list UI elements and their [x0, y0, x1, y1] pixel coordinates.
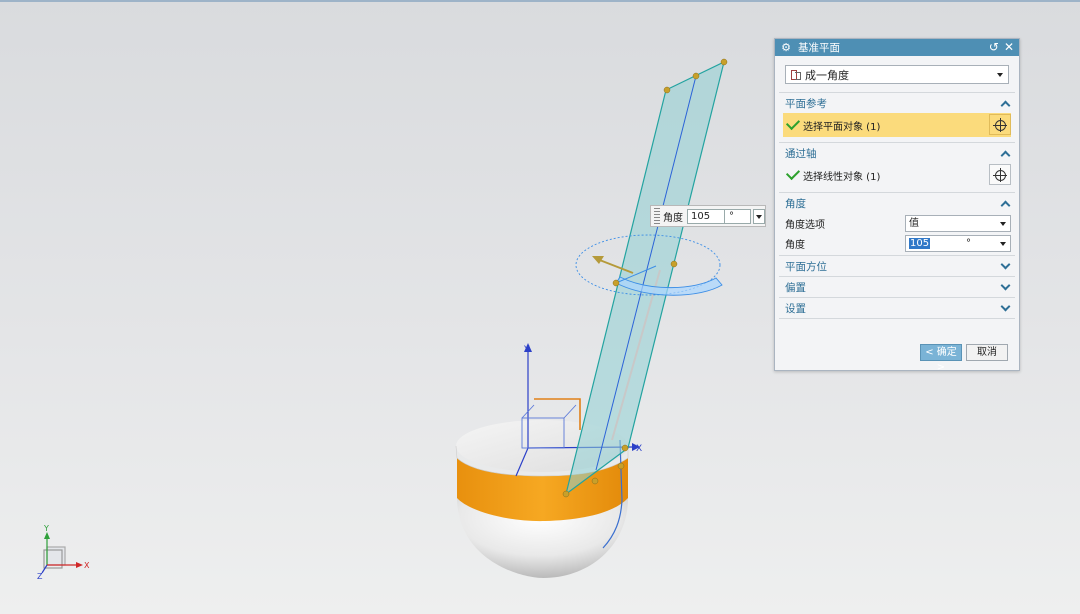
chevron-up-icon: [1001, 99, 1009, 107]
angle-popup-value[interactable]: 105: [687, 208, 725, 224]
angle-plane-icon: [790, 69, 802, 80]
section-through-axis: 通过轴 选择线性对象 (1): [775, 143, 1019, 187]
angle-popup-label: 角度: [663, 212, 683, 224]
crosshair-select-button[interactable]: [989, 114, 1011, 135]
chevron-up-icon: [1001, 149, 1009, 157]
gear-icon: ⚙: [781, 40, 791, 54]
section-header-through-axis[interactable]: 通过轴: [785, 143, 1009, 163]
datum-plane-dialog: ⚙ 基准平面 ↺ ✕ 成一角度 平面参考 选择平面对象 (1) 通过轴 选择线性…: [774, 38, 1020, 373]
section-header-angle[interactable]: 角度: [785, 193, 1009, 213]
close-icon[interactable]: ✕: [1004, 40, 1014, 54]
chevron-down-icon: [756, 214, 762, 219]
plane-type-select[interactable]: 成一角度: [785, 65, 1009, 84]
chevron-down-icon: [997, 73, 1003, 77]
checkmark-icon: [785, 115, 801, 131]
angle-popup-unit[interactable]: °: [725, 208, 751, 224]
divider: [779, 318, 1015, 319]
section-header-settings[interactable]: 设置: [785, 298, 1009, 318]
select-linear-object-row[interactable]: 选择线性对象 (1): [783, 163, 1011, 187]
section-header-offset[interactable]: 偏置: [785, 277, 1009, 297]
select-plane-text: 选择平面对象 (1): [803, 121, 881, 133]
angle-onscreen-input[interactable]: 角度 105 °: [650, 205, 766, 227]
dialog-titlebar[interactable]: ⚙ 基准平面 ↺ ✕: [775, 39, 1019, 56]
section-label: 偏置: [785, 281, 806, 294]
angle-option-row: 角度选项 值: [785, 213, 1011, 233]
section-label: 设置: [785, 302, 806, 315]
crosshair-select-button[interactable]: [989, 164, 1011, 185]
checkmark-icon: [785, 165, 801, 181]
section-plane-orientation: 平面方位: [775, 256, 1019, 276]
csys-y-label: Y: [523, 345, 530, 355]
view-triad[interactable]: [41, 532, 83, 574]
datum-plane-preview[interactable]: [565, 60, 725, 496]
select-plane-object-row[interactable]: 选择平面对象 (1): [783, 113, 1011, 137]
triad-x-label: X: [84, 561, 90, 570]
chevron-down-icon: [1000, 221, 1006, 226]
section-settings: 设置: [775, 298, 1019, 318]
angle-popup-dropdown[interactable]: [753, 208, 765, 224]
angle-value-input[interactable]: 105 °: [905, 234, 1011, 252]
angle-option-label: 角度选项: [785, 219, 825, 231]
angle-value-row: 角度 105 °: [785, 233, 1011, 253]
cancel-button[interactable]: 取消: [966, 344, 1008, 361]
chevron-down-icon: [1001, 262, 1009, 270]
angle-option-value: 值: [909, 217, 919, 229]
dialog-buttons: < 确定 > 取消: [920, 344, 1008, 373]
section-angle: 角度 角度选项 值 角度 105 °: [775, 193, 1019, 253]
angle-value-text: 105: [909, 237, 931, 249]
chevron-up-icon: [1001, 199, 1009, 207]
chevron-down-icon: [1000, 241, 1006, 246]
chevron-down-icon: [1001, 283, 1009, 291]
drag-grip-icon[interactable]: [654, 208, 660, 224]
select-linear-text: 选择线性对象 (1): [803, 171, 881, 183]
section-label: 角度: [785, 197, 806, 210]
ok-button[interactable]: < 确定 >: [920, 344, 962, 373]
chevron-down-icon: [1001, 304, 1009, 312]
section-offset: 偏置: [775, 277, 1019, 297]
plane-type-value: 成一角度: [805, 68, 849, 82]
section-label: 平面参考: [785, 97, 827, 110]
section-label: 通过轴: [785, 147, 817, 160]
csys-x-label: X: [636, 444, 642, 454]
reset-icon[interactable]: ↺: [989, 40, 999, 54]
angle-unit-text: °: [966, 237, 971, 249]
section-label: 平面方位: [785, 260, 827, 273]
triad-y-label: Y: [43, 524, 49, 533]
dialog-title: 基准平面: [798, 42, 840, 54]
section-plane-reference: 平面参考 选择平面对象 (1): [775, 93, 1019, 137]
angle-value-label: 角度: [785, 239, 805, 251]
angle-option-select[interactable]: 值: [905, 214, 1011, 232]
triad-z-label: Z: [37, 572, 43, 581]
section-header-plane-reference[interactable]: 平面参考: [785, 93, 1009, 113]
section-header-plane-orientation[interactable]: 平面方位: [785, 256, 1009, 276]
